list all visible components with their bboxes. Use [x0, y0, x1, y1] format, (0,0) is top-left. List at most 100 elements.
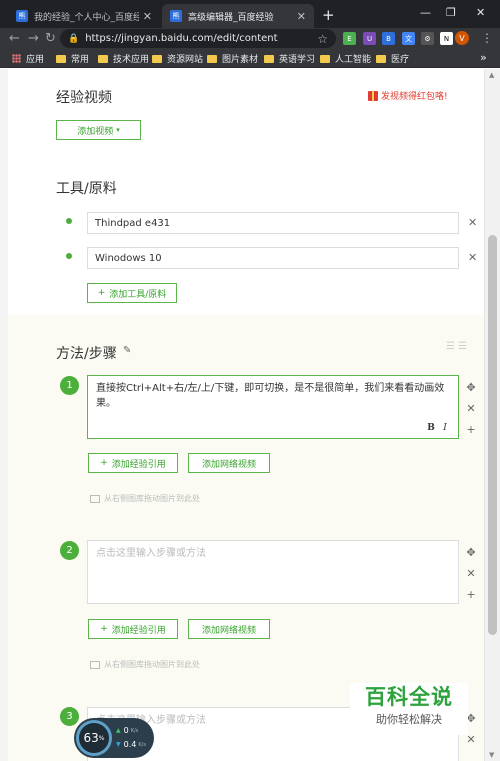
add-step-icon[interactable]: +: [464, 419, 478, 440]
upload-value: 0: [123, 726, 129, 735]
bookmark-folder-tech[interactable]: 技术应用: [98, 52, 149, 65]
scrollbar-thumb[interactable]: [488, 235, 497, 635]
new-tab-icon[interactable]: +: [322, 6, 335, 24]
address-bar[interactable]: 🔒 https://jingyan.baidu.com/edit/content…: [60, 29, 336, 48]
tool-item-input[interactable]: Winodows 10: [87, 247, 459, 269]
move-icon[interactable]: ✥: [464, 542, 478, 563]
bookmark-star-icon[interactable]: ☆: [317, 32, 328, 46]
window-close-icon[interactable]: ✕: [476, 6, 485, 19]
drag-hint-text: 从右侧图库拖动图片到此处: [104, 660, 200, 669]
back-icon[interactable]: ←: [9, 31, 20, 47]
bookmarks-bar: 应用 常用 技术应用 资源网站 图片素材 英语学习 人工智能 医疗 »: [0, 50, 500, 68]
drag-hint-text: 从右侧图库拖动图片到此处: [104, 494, 200, 503]
plus-icon: +: [100, 458, 108, 468]
notion-icon[interactable]: N: [440, 32, 453, 45]
url-text: https://jingyan.baidu.com/edit/content: [85, 33, 278, 44]
baidu-favicon-icon: 熊: [170, 10, 182, 22]
lock-icon: 🔒: [68, 33, 80, 44]
image-drop-zone[interactable]: 从右侧图库拖动图片到此处: [90, 659, 200, 670]
translate-icon[interactable]: 文: [402, 32, 415, 45]
memory-usage-gauge: 63%: [76, 720, 112, 756]
upload-rate: ▲ 0 K/s: [116, 726, 138, 735]
minimize-icon[interactable]: —: [420, 6, 431, 19]
scroll-down-icon[interactable]: ▼: [489, 751, 494, 759]
evernote-icon[interactable]: E: [343, 32, 356, 45]
step-placeholder: 点击这里输入步骤或方法: [96, 548, 206, 559]
add-tool-button[interactable]: + 添加工具/原料: [87, 283, 177, 303]
list-view-icons[interactable]: ☰ ☰: [446, 341, 467, 352]
italic-button[interactable]: I: [438, 422, 452, 435]
bookmark-folder-ai[interactable]: 人工智能: [320, 52, 371, 65]
plus-icon: +: [97, 288, 106, 298]
bookmark-label: 技术应用: [113, 55, 150, 65]
add-web-video-label: 添加网络视频: [201, 459, 256, 470]
delete-step-icon[interactable]: ✕: [464, 398, 478, 419]
bookmark-folder-medical[interactable]: 医疗: [376, 52, 409, 65]
browser-menu-icon[interactable]: ⋮: [481, 31, 493, 45]
remove-tool-icon[interactable]: ✕: [468, 216, 477, 229]
folder-icon: [376, 54, 386, 63]
bookmark-folder-english[interactable]: 英语学习: [264, 52, 315, 65]
bookmark-label: 常用: [71, 55, 90, 65]
watermark-subtitle: 助你轻松解决: [376, 713, 442, 726]
reload-icon[interactable]: ↻: [45, 31, 56, 47]
delete-step-icon[interactable]: ✕: [464, 563, 478, 584]
bookmark-folder-resources[interactable]: 资源网站: [152, 52, 203, 65]
add-ref-label: 添加经验引用: [111, 459, 166, 470]
bookmark-folder-images[interactable]: 图片素材: [207, 52, 258, 65]
add-step-icon[interactable]: +: [464, 584, 478, 605]
chevron-down-icon: ▾: [116, 126, 120, 134]
page-scrollbar[interactable]: ▲ ▼: [484, 69, 500, 761]
gift-icon: [368, 90, 378, 101]
gauge-percent: 63: [83, 731, 99, 745]
add-experience-ref-button[interactable]: + 添加经验引用: [88, 619, 178, 639]
edit-pencil-icon[interactable]: ✎: [123, 345, 131, 356]
bookmark-apps[interactable]: 应用: [12, 52, 44, 65]
remove-tool-icon[interactable]: ✕: [468, 251, 477, 264]
profile-avatar[interactable]: V: [455, 31, 469, 45]
bookmark-folder-common[interactable]: 常用: [56, 52, 89, 65]
folder-icon: [56, 54, 66, 63]
network-speed-widget[interactable]: 63% ▲ 0 K/s ▼ 0.4 K/s: [74, 718, 154, 758]
bullet-icon: [66, 253, 72, 259]
close-tab-icon[interactable]: ✕: [143, 10, 152, 23]
add-ref-label: 添加经验引用: [111, 625, 166, 636]
add-tool-label: 添加工具/原料: [109, 289, 167, 300]
bookmarks-overflow-icon[interactable]: »: [480, 51, 487, 64]
bold-button[interactable]: B: [424, 422, 438, 435]
upload-arrow-icon: ▲: [116, 727, 121, 734]
image-drop-zone[interactable]: 从右侧图库拖动图片到此处: [90, 493, 200, 504]
tools-icon[interactable]: ⚙: [421, 32, 434, 45]
add-experience-ref-button[interactable]: + 添加经验引用: [88, 453, 178, 473]
add-web-video-button[interactable]: 添加网络视频: [188, 619, 270, 639]
add-video-button[interactable]: 添加视频 ▾: [56, 120, 141, 140]
bullet-icon: [66, 218, 72, 224]
step-text-editor[interactable]: 点击这里输入步骤或方法: [87, 540, 459, 604]
video-reward-link[interactable]: 发视频得红包咯!: [368, 89, 448, 102]
tab-my-experience[interactable]: 熊 我的经验_个人中心_百度经验 ✕: [8, 4, 160, 28]
tab-title: 高级编辑器_百度经验: [188, 12, 274, 23]
add-web-video-label: 添加网络视频: [201, 625, 256, 636]
restore-icon[interactable]: ❐: [446, 6, 456, 19]
download-rate: ▼ 0.4 K/s: [116, 740, 146, 749]
format-toolbar: B I: [424, 422, 452, 435]
tool-item-input[interactable]: Thindpad e431: [87, 212, 459, 234]
download-arrow-icon: ▼: [116, 741, 121, 748]
close-tab-icon[interactable]: ✕: [297, 10, 306, 23]
bookmark-icon[interactable]: B: [382, 32, 395, 45]
tab-advanced-editor[interactable]: 熊 高级编辑器_百度经验 ✕: [162, 4, 314, 28]
forward-icon[interactable]: →: [28, 31, 39, 47]
tools-section-title: 工具/原料: [56, 181, 117, 197]
watermark-title: 百科全说: [365, 685, 453, 709]
bookmark-label: 医疗: [391, 55, 410, 65]
step-number-badge: 2: [60, 541, 79, 560]
scroll-up-icon[interactable]: ▲: [489, 71, 494, 79]
folder-icon: [98, 54, 108, 63]
folder-icon: [264, 54, 274, 63]
page-viewport: 经验视频 发视频得红包咯! 添加视频 ▾ 工具/原料 Thindpad e431…: [0, 69, 484, 761]
step-text-editor[interactable]: 直接按Ctrl+Alt+右/左/上/下键，即可切换，是不是很简单，我们来看看动画…: [87, 375, 459, 439]
move-icon[interactable]: ✥: [464, 377, 478, 398]
bookmark-label: 人工智能: [335, 55, 372, 65]
add-web-video-button[interactable]: 添加网络视频: [188, 453, 270, 473]
library-icon[interactable]: U: [363, 32, 376, 45]
